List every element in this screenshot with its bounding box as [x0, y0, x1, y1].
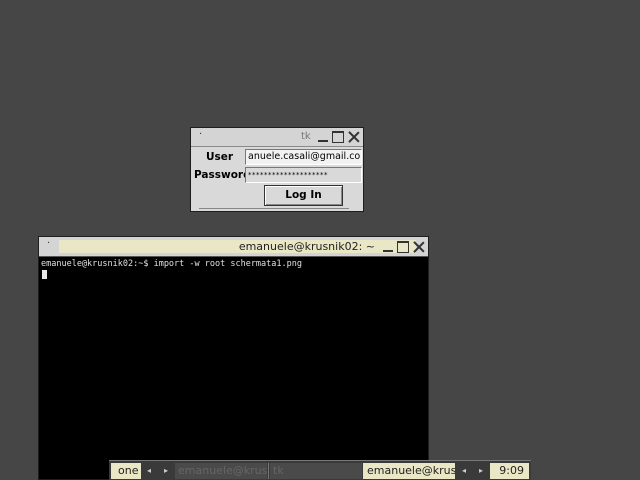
next-task-icon[interactable]: ▸ [474, 463, 488, 479]
clock: 9:09 [490, 463, 529, 479]
taskbar: one ◂ ▸ emanuele@krus tk emanuele@krus ◂… [109, 460, 531, 480]
user-label: User [206, 151, 234, 163]
terminal-cursor [42, 270, 47, 279]
terminal-title: emanuele@krusnik02: ~ [238, 240, 375, 253]
close-icon[interactable] [348, 131, 360, 143]
terminal-titlebar[interactable]: · emanuele@krusnik02: ~ [39, 237, 428, 257]
prev-desktop-icon[interactable]: ◂ [142, 463, 156, 479]
login-titlebar[interactable]: · tk [191, 128, 363, 147]
terminal-command-line: emanuele@krusnik02:~$ import -w root sch… [41, 259, 302, 269]
login-window-border [199, 208, 349, 211]
user-input[interactable]: anuele.casali@gmail.com [245, 149, 362, 165]
taskbar-task-tk[interactable]: tk [270, 463, 362, 479]
taskbar-task-terminal-active[interactable]: emanuele@krus [363, 463, 455, 479]
maximize-icon[interactable] [397, 241, 409, 253]
prev-task-icon[interactable]: ◂ [457, 463, 471, 479]
taskbar-task-terminal[interactable]: emanuele@krus [175, 463, 267, 479]
login-window-title: tk [301, 131, 311, 142]
window-menu-icon[interactable]: · [47, 238, 50, 249]
taskbar-separator [268, 463, 269, 479]
login-window: · tk User anuele.casali@gmail.com Passwo… [190, 127, 364, 212]
close-icon[interactable] [413, 241, 425, 253]
window-menu-icon[interactable]: · [199, 129, 202, 140]
terminal-window: · emanuele@krusnik02: ~ emanuele@krusnik… [38, 236, 429, 480]
next-desktop-icon[interactable]: ▸ [159, 463, 173, 479]
minimize-icon[interactable] [317, 131, 329, 143]
maximize-icon[interactable] [332, 131, 344, 143]
password-label: Password [194, 169, 251, 181]
terminal-output[interactable]: emanuele@krusnik02:~$ import -w root sch… [41, 259, 426, 479]
desktop-switcher[interactable]: one [111, 463, 141, 479]
minimize-icon[interactable] [382, 241, 394, 253]
login-button[interactable]: Log In [264, 185, 343, 206]
password-input[interactable]: ******************** [245, 167, 362, 183]
